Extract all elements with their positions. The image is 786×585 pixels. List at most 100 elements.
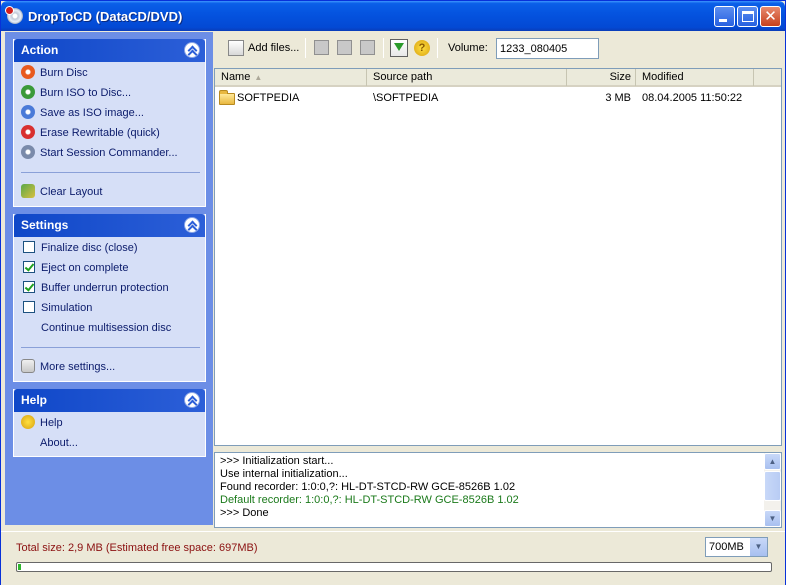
file-size: 3 MB — [605, 92, 631, 104]
action-item[interactable]: Burn ISO to Disc... — [21, 84, 131, 102]
help-group: Help Help About... — [13, 389, 206, 457]
action-icon — [21, 65, 35, 79]
progress-fill — [18, 564, 21, 570]
sort-ascending-icon: ▲ — [254, 73, 263, 82]
file-name: SOFTPEDIA — [237, 92, 300, 104]
scroll-thumb[interactable] — [764, 471, 781, 501]
settings-divider — [21, 347, 200, 348]
file-list[interactable]: Name ▲ Source path Size Modified SOFTPEDI… — [214, 68, 782, 446]
table-row[interactable]: SOFTPEDIA \SOFTPEDIA 3 MB 08.04.2005 11:… — [215, 90, 781, 107]
action-divider — [21, 172, 200, 173]
settings-sheet-icon — [21, 359, 35, 373]
add-files-icon — [228, 40, 244, 56]
action-group-title: Action — [21, 43, 59, 57]
setting-option[interactable]: Finalize disc (close) — [23, 239, 138, 257]
properties-button[interactable] — [358, 37, 378, 59]
file-modified: 08.04.2005 11:50:22 — [642, 92, 743, 104]
action-icon — [21, 145, 35, 159]
settings-group: Settings Finalize disc (close) Eject on c… — [13, 214, 206, 382]
main-window: DropToCD (DataCD/DVD) ✕ Action Burn Disc… — [0, 0, 786, 585]
log-scrollbar[interactable]: ▲ ▼ — [764, 453, 781, 527]
file-list-header: Name ▲ Source path Size Modified — [215, 69, 781, 87]
setting-checkbox[interactable] — [23, 301, 35, 313]
help-link[interactable]: Help — [21, 414, 63, 432]
chevron-down-icon: ▼ — [768, 514, 777, 523]
action-group-header[interactable]: Action — [14, 39, 205, 62]
setting-checkbox[interactable] — [23, 281, 35, 293]
column-header-size[interactable]: Size — [567, 69, 636, 86]
import-button[interactable] — [388, 37, 410, 59]
title-bar[interactable]: DropToCD (DataCD/DVD) ✕ — [1, 1, 785, 31]
total-size-text: Total size: 2,9 MB (Estimated free space… — [16, 542, 258, 554]
setting-option[interactable]: Buffer underrun protection — [23, 279, 169, 297]
settings-group-header[interactable]: Settings — [14, 214, 205, 237]
add-files-button[interactable]: Add files... — [226, 37, 300, 59]
toolbar-separator — [437, 38, 438, 58]
log-line: Use internal initialization... — [220, 468, 348, 480]
toolbar-separator — [305, 38, 306, 58]
broom-icon — [21, 184, 35, 198]
column-header-modified[interactable]: Modified — [636, 69, 754, 86]
maximize-button[interactable] — [737, 6, 758, 27]
setting-option[interactable]: Continue multisession disc — [23, 319, 171, 337]
collapse-settings-icon[interactable] — [184, 217, 200, 233]
setting-checkbox[interactable] — [23, 261, 35, 273]
action-item[interactable]: Erase Rewritable (quick) — [21, 124, 160, 142]
scroll-down-button[interactable]: ▼ — [764, 510, 781, 527]
minimize-button[interactable] — [714, 6, 735, 27]
progress-bar — [16, 562, 772, 572]
more-settings-link[interactable]: More settings... — [21, 358, 115, 376]
move-icon — [337, 40, 352, 55]
collapse-action-icon[interactable] — [184, 42, 200, 58]
column-header-name[interactable]: Name ▲ — [215, 69, 367, 86]
log-line: Default recorder: 1:0:0,?: HL-DT-STCD-RW… — [220, 494, 519, 506]
about-link[interactable]: About... — [40, 434, 78, 452]
help-question-icon — [21, 415, 35, 429]
clear-layout-link[interactable]: Clear Layout — [21, 183, 102, 201]
help-group-header[interactable]: Help — [14, 389, 205, 412]
app-disc-icon — [5, 6, 23, 24]
chevron-down-icon[interactable]: ▼ — [750, 538, 767, 556]
task-pane: Action Burn Disc Burn ISO to Disc... Save … — [5, 32, 213, 525]
minimize-icon — [719, 19, 727, 22]
import-arrow-icon — [394, 43, 404, 51]
scroll-up-button[interactable]: ▲ — [764, 453, 781, 470]
log-line: Found recorder: 1:0:0,?: HL-DT-STCD-RW G… — [220, 481, 516, 493]
action-item[interactable]: Save as ISO image... — [21, 104, 144, 122]
maximize-icon — [742, 11, 754, 22]
setting-option[interactable]: Eject on complete — [23, 259, 128, 277]
settings-group-title: Settings — [21, 218, 69, 232]
setting-option[interactable]: Simulation — [23, 299, 92, 317]
properties-icon — [360, 40, 375, 55]
move-button[interactable] — [335, 37, 355, 59]
action-item[interactable]: Start Session Commander... — [21, 144, 178, 162]
toolbar: Add files... ? Volume: — [218, 34, 784, 64]
help-group-title: Help — [21, 393, 48, 407]
action-icon — [21, 125, 35, 139]
action-icon — [21, 105, 35, 119]
folder-icon — [219, 90, 235, 105]
setting-checkbox[interactable] — [23, 241, 35, 253]
chevron-up-icon: ▲ — [768, 457, 777, 466]
column-header-source-path[interactable]: Source path — [367, 69, 567, 86]
action-icon — [21, 85, 35, 99]
window-title: DropToCD (DataCD/DVD) — [28, 9, 183, 24]
log-output[interactable]: >>> Initialization start... Use internal … — [214, 452, 782, 528]
volume-label: Volume: — [448, 42, 488, 54]
disc-size-select[interactable]: 700MB ▼ — [705, 537, 768, 557]
log-line: >>> Initialization start... — [220, 455, 334, 467]
close-button[interactable]: ✕ — [760, 6, 781, 27]
action-item[interactable]: Burn Disc — [21, 64, 88, 82]
toolbar-separator — [383, 38, 384, 58]
help-toolbar-button[interactable]: ? — [412, 37, 432, 59]
action-group: Action Burn Disc Burn ISO to Disc... Save … — [13, 39, 206, 207]
help-question-icon: ? — [414, 40, 430, 56]
log-line: >>> Done — [220, 507, 269, 519]
file-source-path: \SOFTPEDIA — [373, 92, 439, 104]
remove-button[interactable] — [312, 37, 332, 59]
close-icon: ✕ — [764, 7, 777, 25]
status-bar: Total size: 2,9 MB (Estimated free space… — [1, 531, 785, 585]
remove-icon — [314, 40, 329, 55]
volume-input[interactable] — [496, 38, 599, 59]
collapse-help-icon[interactable] — [184, 392, 200, 408]
